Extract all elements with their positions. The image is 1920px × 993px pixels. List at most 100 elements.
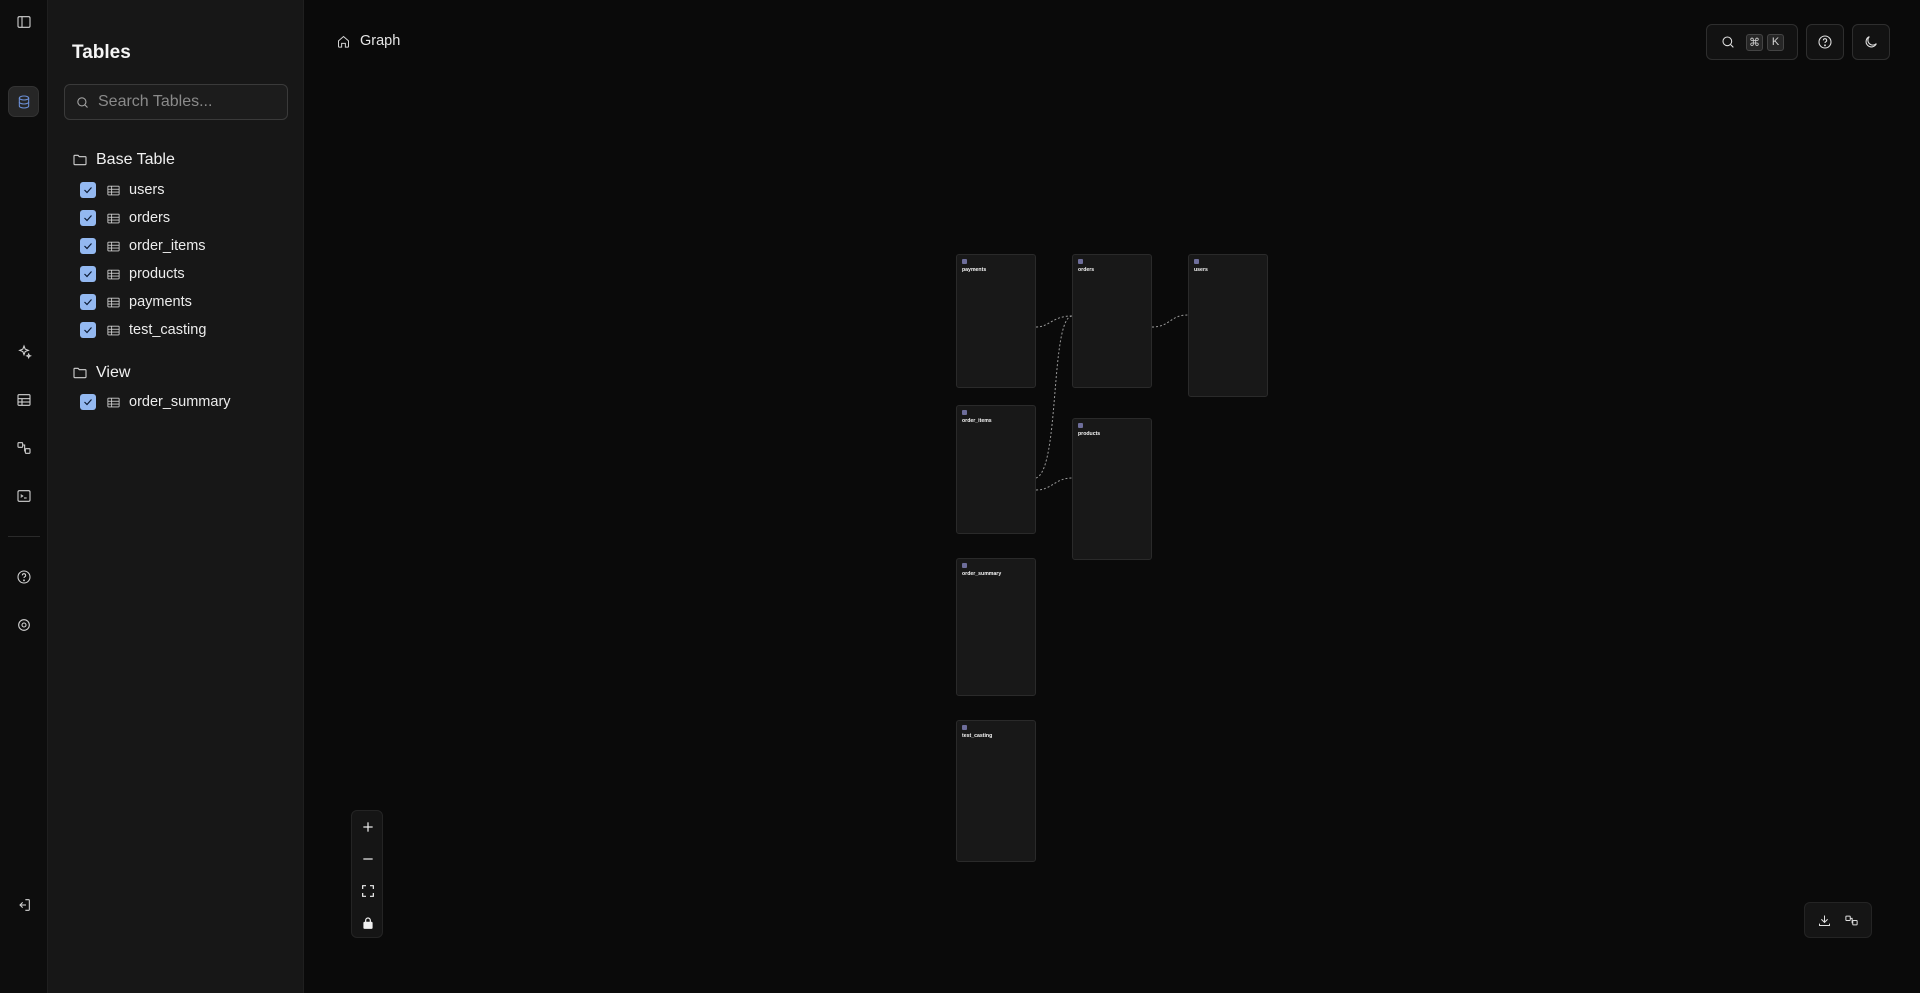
- table-icon: [107, 397, 120, 407]
- minus-icon: [363, 858, 373, 860]
- node-title: products: [1078, 431, 1101, 437]
- graph-node-orders[interactable]: orders: [1072, 254, 1152, 388]
- download-icon[interactable]: [1817, 913, 1832, 928]
- table-item-users[interactable]: users: [80, 178, 164, 202]
- group-base-table[interactable]: Base Table: [72, 151, 175, 169]
- checkbox[interactable]: [80, 238, 96, 254]
- graph-node-products[interactable]: products: [1072, 418, 1152, 560]
- shortcut-key: K: [1767, 33, 1784, 51]
- table-label: products: [129, 266, 185, 282]
- zoom-out-button[interactable]: [352, 843, 384, 875]
- search-command-button[interactable]: ⌘ K: [1706, 24, 1798, 60]
- table-icon: [1078, 259, 1083, 264]
- node-title: payments: [962, 267, 987, 273]
- sidebar-toggle-icon[interactable]: [12, 10, 36, 34]
- node-title: test_casting: [962, 733, 993, 739]
- table-icon: [1194, 259, 1199, 264]
- graph-node-order-items[interactable]: order_items: [956, 405, 1036, 534]
- zoom-in-button[interactable]: [352, 811, 384, 843]
- node-title: order_summary: [962, 571, 1002, 577]
- checkbox[interactable]: [80, 182, 96, 198]
- sparkles-icon[interactable]: [12, 340, 36, 364]
- check-icon: [84, 215, 92, 222]
- checkbox[interactable]: [80, 294, 96, 310]
- table-item-order-items[interactable]: order_items: [80, 234, 206, 258]
- shortcut-mod-key: ⌘: [1746, 33, 1763, 51]
- zoom-controls: [351, 810, 383, 938]
- icon-rail: [0, 0, 48, 993]
- breadcrumb-label: Graph: [360, 33, 401, 49]
- table-label: order_items: [129, 238, 206, 254]
- check-icon: [84, 299, 92, 306]
- table-icon: [962, 410, 967, 415]
- table-label: test_casting: [129, 322, 207, 338]
- check-icon: [84, 243, 92, 250]
- moon-icon: [1865, 36, 1877, 48]
- table-icon: [107, 325, 120, 335]
- fit-view-button[interactable]: [352, 875, 384, 907]
- check-icon: [84, 327, 92, 334]
- help-button[interactable]: [1806, 24, 1844, 60]
- table-label: order_summary: [129, 394, 231, 410]
- checkbox[interactable]: [80, 266, 96, 282]
- sidebar-title: Tables: [72, 42, 131, 63]
- table-icon: [107, 213, 120, 223]
- check-icon: [84, 271, 92, 278]
- terminal-icon[interactable]: [12, 484, 36, 508]
- tables-sidebar: Tables Base Table users orders order_ite…: [48, 0, 304, 993]
- view-icon: [962, 563, 967, 568]
- checkbox[interactable]: [80, 322, 96, 338]
- table-icon: [962, 725, 967, 730]
- table-label: payments: [129, 294, 192, 310]
- checkbox[interactable]: [80, 394, 96, 410]
- folder-icon: [73, 154, 87, 166]
- table-icon[interactable]: [12, 388, 36, 412]
- export-controls: [1804, 902, 1872, 938]
- lock-button[interactable]: [352, 907, 384, 939]
- breadcrumb[interactable]: Graph: [336, 33, 400, 49]
- database-icon[interactable]: [8, 86, 39, 117]
- fit-view-icon: [362, 885, 374, 897]
- settings-icon[interactable]: [12, 613, 36, 637]
- table-icon: [962, 259, 967, 264]
- check-icon: [84, 399, 92, 406]
- logout-icon[interactable]: [12, 893, 36, 917]
- table-item-products[interactable]: products: [80, 262, 185, 286]
- folder-icon: [73, 367, 87, 379]
- group-view[interactable]: View: [72, 364, 130, 382]
- graph-node-order-summary[interactable]: order_summary: [956, 558, 1036, 696]
- theme-toggle-button[interactable]: [1852, 24, 1890, 60]
- table-icon: [107, 185, 120, 195]
- help-icon: [1818, 35, 1832, 49]
- graph-node-payments[interactable]: payments: [956, 254, 1036, 388]
- graph-node-test-casting[interactable]: test_casting: [956, 720, 1036, 862]
- schema-icon[interactable]: [12, 436, 36, 460]
- graph-node-users[interactable]: users: [1188, 254, 1268, 397]
- table-item-order-summary[interactable]: order_summary: [80, 390, 231, 414]
- schema-layout-icon[interactable]: [1844, 913, 1859, 928]
- table-item-payments[interactable]: payments: [80, 290, 192, 314]
- node-title: users: [1194, 267, 1208, 273]
- node-title: order_items: [962, 418, 992, 424]
- node-title: orders: [1078, 267, 1095, 273]
- home-icon: [338, 35, 349, 48]
- rail-divider: [8, 536, 40, 537]
- plus-icon: [363, 822, 373, 832]
- lock-icon: [363, 917, 373, 929]
- help-icon[interactable]: [12, 565, 36, 589]
- check-icon: [84, 187, 92, 194]
- table-item-orders[interactable]: orders: [80, 206, 170, 230]
- group-label: Base Table: [96, 151, 175, 168]
- search-icon: [1722, 36, 1734, 48]
- table-icon: [107, 241, 120, 251]
- search-icon: [77, 96, 88, 108]
- table-icon: [1078, 423, 1083, 428]
- table-icon: [107, 297, 120, 307]
- search-input[interactable]: [98, 93, 278, 111]
- search-box[interactable]: [64, 84, 288, 120]
- checkbox[interactable]: [80, 210, 96, 226]
- table-icon: [107, 269, 120, 279]
- group-label: View: [96, 364, 131, 381]
- table-item-test-casting[interactable]: test_casting: [80, 318, 206, 342]
- table-label: users: [129, 182, 165, 198]
